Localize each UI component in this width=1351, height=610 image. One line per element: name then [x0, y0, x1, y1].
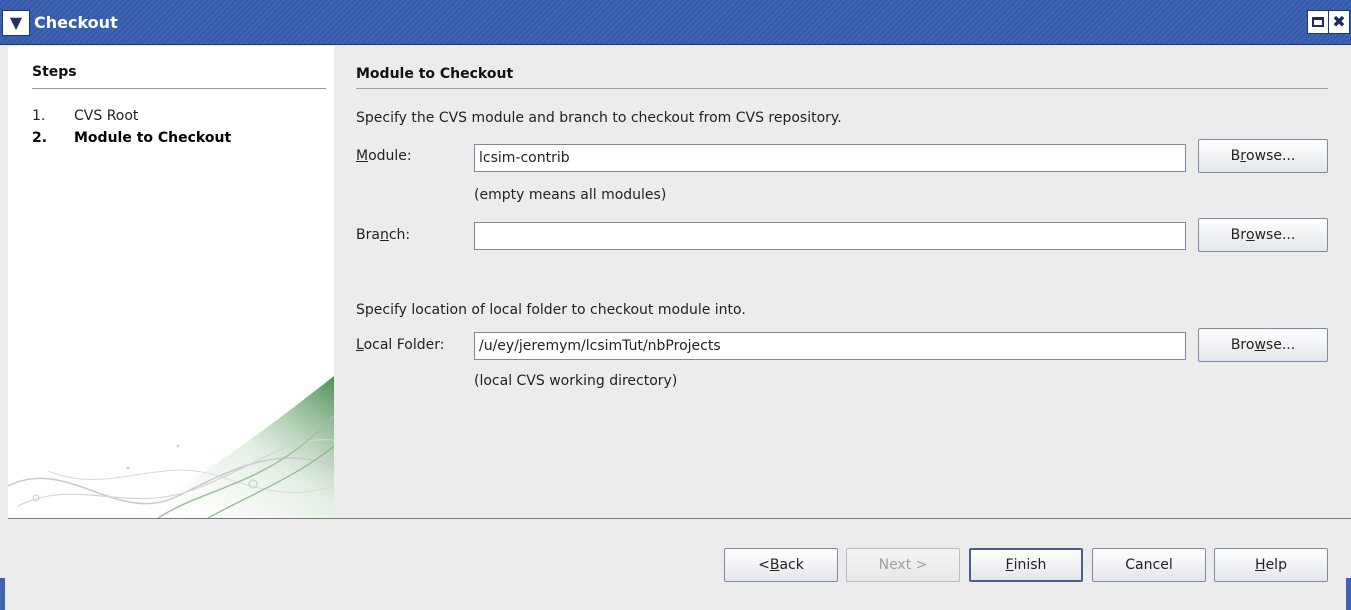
footer-divider: [8, 518, 1351, 519]
step-number: 1.: [32, 108, 46, 124]
branch-input[interactable]: [474, 222, 1186, 250]
window-title: Checkout: [34, 13, 118, 32]
cancel-button[interactable]: Cancel: [1092, 548, 1206, 582]
step-module-to-checkout: 2. Module to Checkout: [32, 130, 231, 146]
window-menu-chevron-icon[interactable]: ▼: [2, 10, 30, 36]
step-cvs-root: 1. CVS Root: [32, 108, 138, 124]
title-bar[interactable]: ▼ Checkout ✖: [0, 0, 1351, 45]
steps-panel: Steps 1. CVS Root 2. Module to Checkout: [8, 46, 334, 518]
local-folder-intro-text: Specify location of local folder to chec…: [356, 302, 746, 318]
module-intro-text: Specify the CVS module and branch to che…: [356, 110, 842, 126]
finish-button[interactable]: Finish: [969, 548, 1083, 582]
next-button[interactable]: Next >: [846, 548, 960, 582]
close-button[interactable]: ✖: [1328, 10, 1350, 34]
back-button[interactable]: < Back: [724, 548, 838, 582]
local-folder-input[interactable]: /u/ey/jeremym/lcsimTut/nbProjects: [474, 332, 1186, 360]
module-label: Module:: [356, 148, 412, 164]
checkout-dialog: ▼ Checkout ✖ Steps 1. CVS Root 2. Module t…: [0, 0, 1351, 610]
window-left-border: [0, 578, 5, 610]
steps-heading: Steps: [32, 64, 77, 80]
steps-divider: [32, 88, 326, 89]
step-label: Module to Checkout: [74, 130, 232, 146]
maximize-button[interactable]: [1307, 10, 1329, 34]
close-icon: ✖: [1332, 12, 1346, 31]
step-label: CVS Root: [74, 108, 139, 124]
help-button[interactable]: Help: [1214, 548, 1328, 582]
maximize-icon: [1312, 17, 1324, 27]
branch-label: Branch:: [356, 227, 411, 243]
branch-browse-button[interactable]: Br o wse...: [1198, 218, 1328, 252]
section-divider: [356, 88, 1328, 89]
section-title: Module to Checkout: [356, 66, 514, 82]
module-to-checkout-panel: Module to Checkout Specify the CVS modul…: [336, 46, 1351, 518]
window-right-border: [1346, 578, 1351, 610]
local-folder-browse-button[interactable]: Bro w se...: [1198, 328, 1328, 362]
step-number: 2.: [32, 130, 48, 146]
module-browse-button[interactable]: Br owse...: [1198, 139, 1328, 173]
local-folder-hint: (local CVS working directory): [474, 373, 678, 389]
wizard-watermark-graphic: [8, 376, 334, 518]
local-folder-label: Local Folder:: [356, 337, 445, 353]
module-hint: (empty means all modules): [474, 187, 667, 203]
module-input[interactable]: lcsim-contrib: [474, 144, 1186, 172]
